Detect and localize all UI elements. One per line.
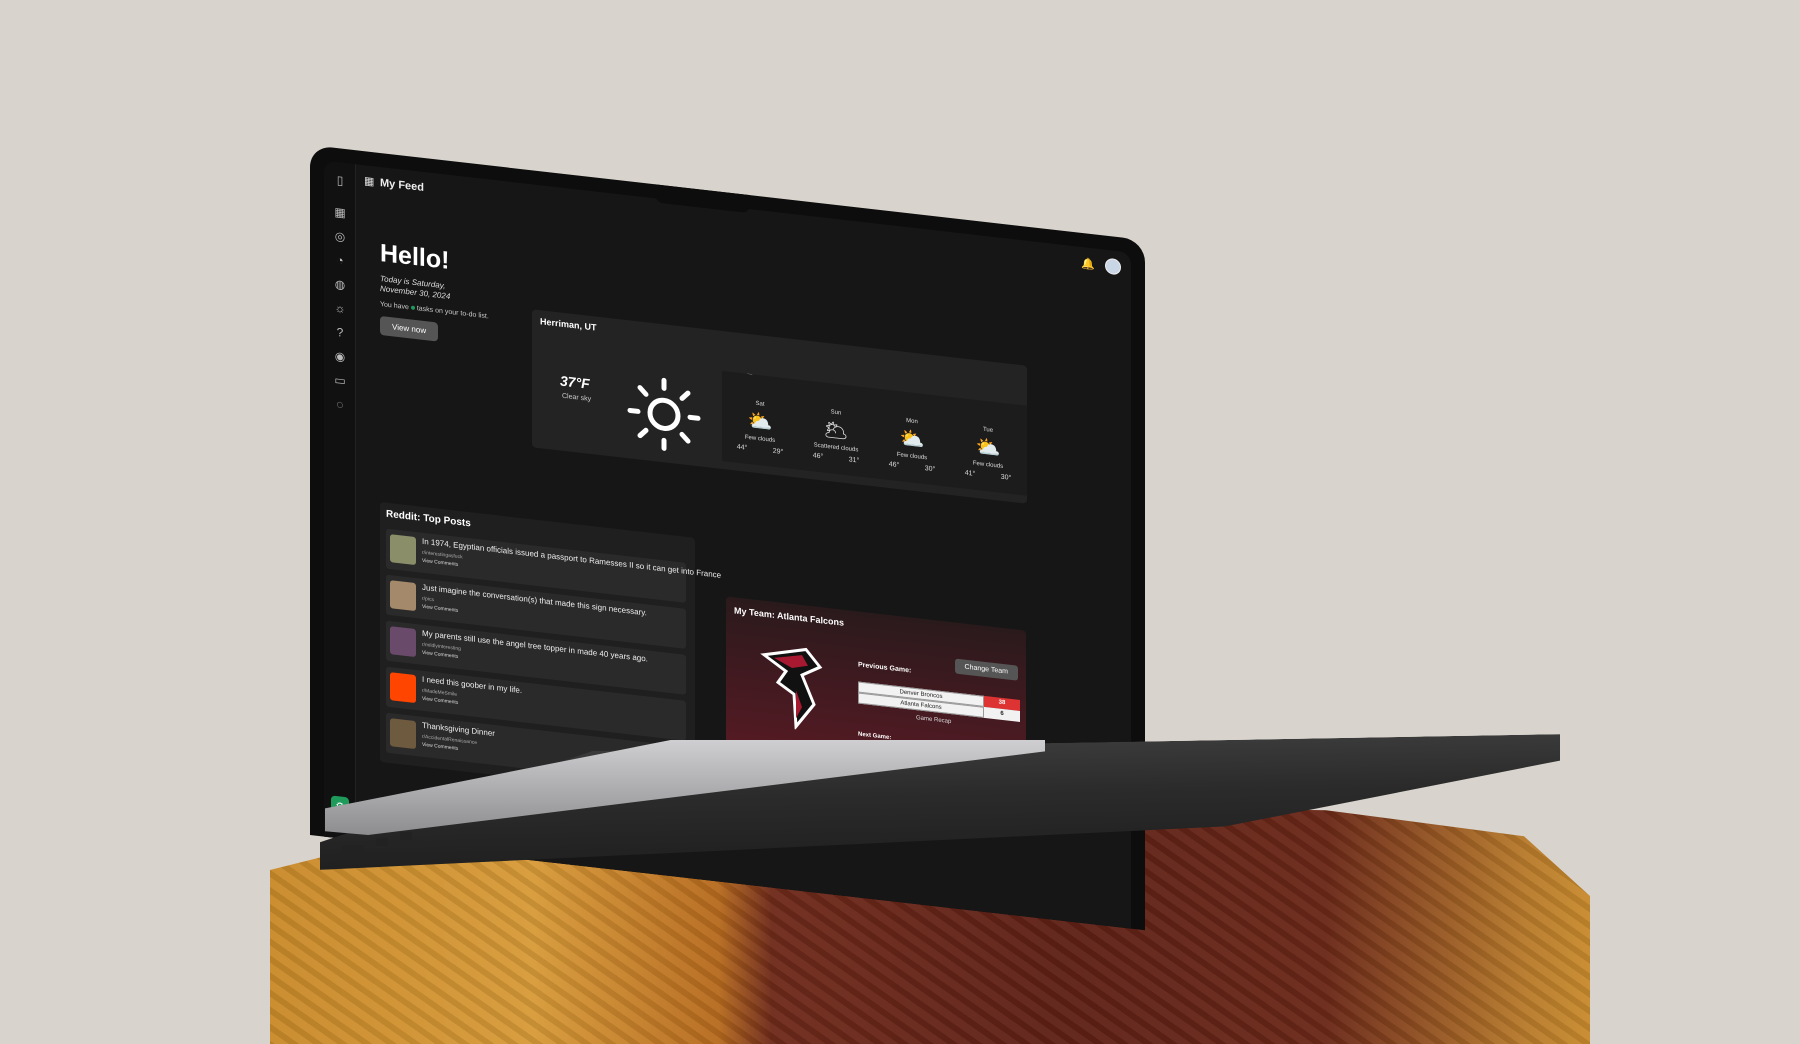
previous-game-label: Previous Game: <box>858 661 912 675</box>
usb-port-icon <box>376 838 388 846</box>
post-title[interactable]: In 1974, Egyptian officials issued a pas… <box>422 537 721 580</box>
bell-icon[interactable]: ◔ <box>332 252 348 270</box>
dashboard-icon[interactable]: ▦ <box>332 204 348 222</box>
forecast-day: Sat ⛅ Few clouds 44° 29° <box>724 397 796 457</box>
sidebar-toggle-icon[interactable]: ▯ <box>332 172 348 190</box>
forecast-day: Sun 🌥 Scattered clouds 46° 31° <box>800 406 872 466</box>
post-thumbnail[interactable] <box>390 626 416 658</box>
sun-icon[interactable]: ☼ <box>332 300 348 318</box>
current-temperature: 37°F <box>560 372 590 392</box>
weather-location: Herriman, UT <box>540 316 597 333</box>
forecast-day: Tue ⛅ Few clouds 41° 30° <box>952 423 1024 483</box>
help-icon[interactable]: ? <box>332 324 348 342</box>
headphone-port-icon <box>400 832 412 840</box>
reddit-icon[interactable]: ◉ <box>332 348 348 366</box>
grid-icon: ▦ <box>364 175 375 189</box>
page-title: My Feed <box>380 176 425 194</box>
view-now-button[interactable]: View now <box>380 316 439 342</box>
falcons-logo-icon <box>760 647 823 731</box>
weather-card: Herriman, UT 37°F Clear sky Forecast Sat… <box>532 309 1027 504</box>
greeting-date: Today is Saturday, November 30, 2024 <box>380 273 451 301</box>
next-game-label: Next Game: <box>858 731 892 742</box>
team-title: My Team: Atlanta Falcons <box>734 605 845 628</box>
sidebar: ▯ ▦ ◎ ◔ ◍ ☼ ? ◉ ▭ ◌ ⚙ <box>324 160 356 841</box>
image-icon[interactable]: ▭ <box>332 372 348 390</box>
post-subreddit: r/pics <box>422 595 434 604</box>
forecast-panel: Sat ⛅ Few clouds 44° 29° Sun 🌥 Scattered … <box>722 370 1027 496</box>
current-condition: Clear sky <box>562 392 592 404</box>
avatar[interactable] <box>1105 257 1121 276</box>
post-thumbnail[interactable] <box>390 580 416 612</box>
usb-port-icon <box>342 845 364 853</box>
post-thumbnail[interactable] <box>390 672 416 704</box>
forecast-day: Mon ⛅ Few clouds 46° 30° <box>876 415 948 475</box>
post-thumbnail[interactable] <box>390 534 416 566</box>
view-comments-link[interactable]: View Comments <box>422 604 458 614</box>
notification-bell-icon[interactable]: 🔔 <box>1081 256 1095 271</box>
greeting-title: Hello! <box>380 238 450 275</box>
greeting-card: Hello! Today is Saturday, November 30, 2… <box>380 239 489 348</box>
post-thumbnail[interactable] <box>390 718 416 750</box>
lightbulb-icon[interactable]: ◌ <box>332 396 348 414</box>
scoreboard: Denver Broncos 38 Atlanta Falcons 6 <box>858 681 1020 722</box>
sun-icon <box>627 377 701 451</box>
reddit-title: Reddit: Top Posts <box>386 508 471 530</box>
todo-count-badge <box>410 305 415 311</box>
check-circle-icon[interactable]: ◎ <box>332 228 348 246</box>
change-team-button[interactable]: Change Team <box>954 658 1018 681</box>
football-icon[interactable]: ◍ <box>332 276 348 294</box>
game-recap-link[interactable]: Game Recap <box>916 715 951 725</box>
